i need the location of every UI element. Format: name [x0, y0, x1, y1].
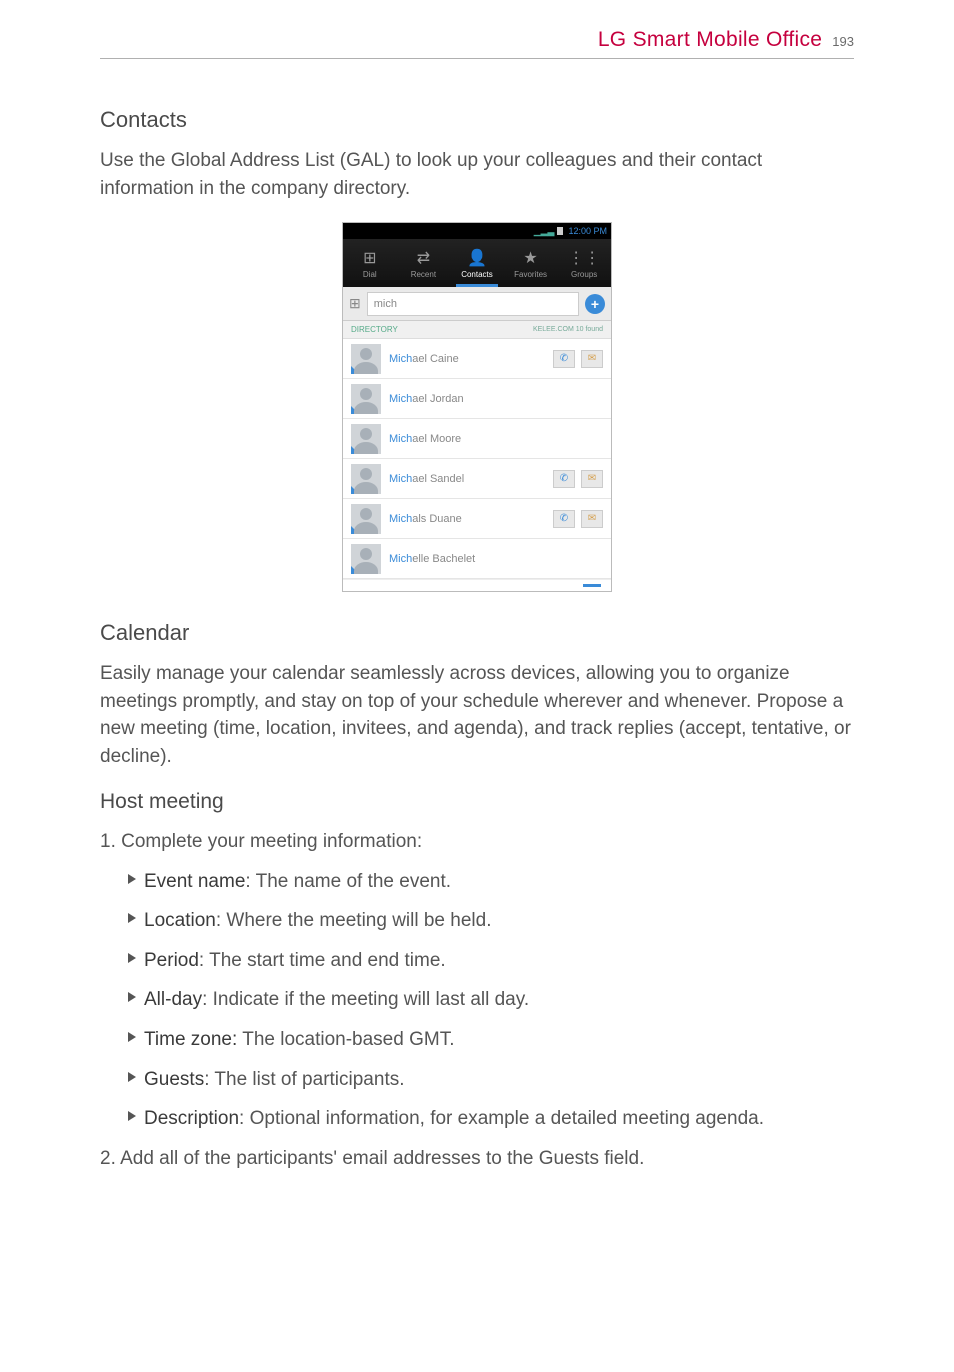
bullet-item: Period: The start time and end time.	[100, 947, 854, 975]
directory-count: KELEE.COM 10 found	[533, 326, 603, 333]
contact-row[interactable]: Michelle Bachelet	[343, 539, 611, 579]
step-1: 1. Complete your meeting information:	[100, 828, 854, 856]
signal-icon: ▁▂▃	[534, 226, 555, 237]
page-number: 193	[832, 34, 854, 49]
avatar	[351, 464, 381, 494]
host-meeting-heading: Host meeting	[100, 790, 854, 814]
directory-label: DIRECTORY	[351, 325, 398, 334]
contacts-body: Use the Global Address List (GAL) to loo…	[100, 147, 854, 202]
groups-icon: ⋮⋮	[568, 248, 600, 268]
contact-name: Michael Sandel	[389, 473, 545, 485]
bullet-item: Guests: The list of participants.	[100, 1066, 854, 1094]
header-title: LG Smart Mobile Office	[598, 28, 822, 52]
battery-icon	[557, 227, 563, 235]
step-2-text: Add all of the participants' email addre…	[120, 1148, 644, 1169]
favorites-icon: ★	[523, 248, 537, 268]
contact-actions: ✆✉	[553, 350, 603, 368]
call-button[interactable]: ✆	[553, 510, 575, 528]
phone-screenshot: ▁▂▃ 12:00 PM ⊞ Dial ⇄ Recent 👤 Contacts	[100, 222, 854, 592]
step-1-prefix: 1.	[100, 831, 121, 852]
status-bar: ▁▂▃ 12:00 PM	[343, 223, 611, 239]
status-time: 12:00 PM	[568, 226, 607, 236]
contact-actions: ✆✉	[553, 470, 603, 488]
bullet-text: Period: The start time and end time.	[144, 947, 854, 975]
contact-row[interactable]: Michael Moore	[343, 419, 611, 459]
contact-name: Michelle Bachelet	[389, 553, 595, 565]
bullet-item: All-day: Indicate if the meeting will la…	[100, 986, 854, 1014]
triangle-bullet-icon	[128, 874, 144, 884]
bullet-text: Event name: The name of the event.	[144, 868, 854, 896]
triangle-bullet-icon	[128, 1032, 144, 1042]
bullet-item: Location: Where the meeting will be held…	[100, 907, 854, 935]
tab-favorites[interactable]: ★ Favorites	[504, 239, 558, 287]
keypad-icon[interactable]: ⊞	[349, 295, 361, 312]
tab-label: Contacts	[461, 270, 493, 279]
step-1-text: Complete your meeting information:	[121, 831, 422, 852]
directory-header: DIRECTORY KELEE.COM 10 found	[343, 321, 611, 339]
contact-row[interactable]: Michael Caine✆✉	[343, 339, 611, 379]
bullet-text: All-day: Indicate if the meeting will la…	[144, 986, 854, 1014]
tab-label: Dial	[363, 270, 377, 279]
contact-actions: ✆✉	[553, 510, 603, 528]
call-button[interactable]: ✆	[553, 470, 575, 488]
contacts-heading: Contacts	[100, 107, 854, 133]
tab-label: Groups	[571, 270, 597, 279]
contact-name: Michael Caine	[389, 353, 545, 365]
bullet-item: Description: Optional information, for e…	[100, 1105, 854, 1133]
avatar	[351, 424, 381, 454]
tab-contacts[interactable]: 👤 Contacts	[450, 239, 504, 287]
calendar-body: Easily manage your calendar seamlessly a…	[100, 660, 854, 770]
tab-bar: ⊞ Dial ⇄ Recent 👤 Contacts ★ Favorites ⋮…	[343, 239, 611, 287]
recent-icon: ⇄	[417, 248, 430, 268]
contact-row[interactable]: Michael Jordan	[343, 379, 611, 419]
triangle-bullet-icon	[128, 1111, 144, 1121]
bullet-text: Guests: The list of participants.	[144, 1066, 854, 1094]
search-row: ⊞ +	[343, 287, 611, 321]
avatar	[351, 544, 381, 574]
search-input[interactable]	[367, 292, 579, 316]
contact-name: Michael Moore	[389, 433, 595, 445]
calendar-heading: Calendar	[100, 620, 854, 646]
message-button[interactable]: ✉	[581, 350, 603, 368]
bottom-bar	[343, 579, 611, 591]
triangle-bullet-icon	[128, 992, 144, 1002]
dial-icon: ⊞	[363, 248, 376, 268]
step-2: 2. Add all of the participants' email ad…	[100, 1145, 854, 1173]
avatar	[351, 384, 381, 414]
bullet-text: Description: Optional information, for e…	[144, 1105, 854, 1133]
tab-recent[interactable]: ⇄ Recent	[397, 239, 451, 287]
message-button[interactable]: ✉	[581, 470, 603, 488]
bullet-item: Event name: The name of the event.	[100, 868, 854, 896]
contacts-icon: 👤	[467, 248, 487, 268]
tab-label: Recent	[411, 270, 436, 279]
avatar	[351, 344, 381, 374]
avatar	[351, 504, 381, 534]
add-contact-button[interactable]: +	[585, 294, 605, 314]
tab-label: Favorites	[514, 270, 547, 279]
step-2-prefix: 2.	[100, 1148, 120, 1169]
contact-row[interactable]: Michael Sandel✆✉	[343, 459, 611, 499]
triangle-bullet-icon	[128, 1072, 144, 1082]
page-header: LG Smart Mobile Office 193	[100, 28, 854, 59]
message-button[interactable]: ✉	[581, 510, 603, 528]
tab-groups[interactable]: ⋮⋮ Groups	[557, 239, 611, 287]
bullet-text: Location: Where the meeting will be held…	[144, 907, 854, 935]
triangle-bullet-icon	[128, 913, 144, 923]
contact-name: Michael Jordan	[389, 393, 595, 405]
call-button[interactable]: ✆	[553, 350, 575, 368]
contact-row[interactable]: Michals Duane✆✉	[343, 499, 611, 539]
contact-name: Michals Duane	[389, 513, 545, 525]
bullet-item: Time zone: The location-based GMT.	[100, 1026, 854, 1054]
tab-dial[interactable]: ⊞ Dial	[343, 239, 397, 287]
triangle-bullet-icon	[128, 953, 144, 963]
bullet-text: Time zone: The location-based GMT.	[144, 1026, 854, 1054]
